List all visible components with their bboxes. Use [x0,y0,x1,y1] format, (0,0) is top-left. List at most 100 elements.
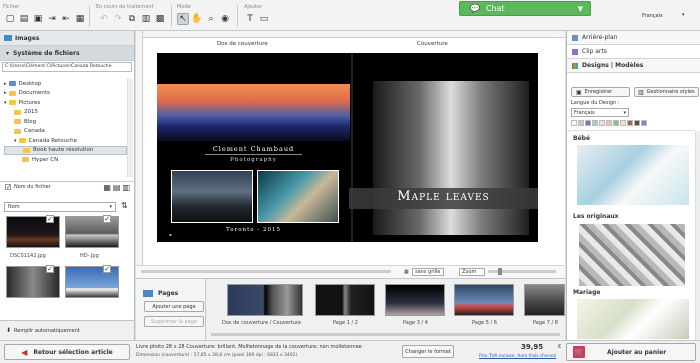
new-icon[interactable]: ▢ [4,13,16,25]
open-icon[interactable]: ▤ [18,13,30,25]
color-swatch[interactable] [641,120,647,126]
zoom-select[interactable]: Zoom [459,268,485,276]
thumb-checkbox-4[interactable]: ✓ [103,265,111,273]
style-manager-button[interactable]: ▥ Gestionnaire styles [634,87,699,97]
desktop-icon [8,81,16,87]
designs-section[interactable]: Designs | Modèles [567,59,700,73]
sort-select[interactable]: Nom ▾ [4,202,116,212]
grid-select[interactable]: sans grille [412,268,444,276]
thumb-page-7-8[interactable] [524,284,565,316]
tree-scrollbar[interactable] [127,79,133,177]
back-subtitle[interactable]: Photography [157,157,350,163]
pages-scrollbar[interactable] [211,333,560,336]
pages-sidebar: Pages Ajouter une page Supprimer la page [136,279,206,341]
thumb-checkbox-2[interactable]: ✓ [103,215,111,223]
color-swatch[interactable] [585,120,591,126]
tree-item-documents[interactable]: ▸ Documents [4,89,127,99]
folder-icon [8,90,16,96]
add-to-cart-button[interactable]: 🛒 Ajouter au panier [566,343,696,361]
sort-order-icon[interactable]: ⇅ [121,201,128,210]
settings-icon[interactable]: ▩ [154,13,166,25]
add-text-icon[interactable]: T [244,13,256,25]
h-scroll-track[interactable] [141,270,391,273]
design-originaux-preview[interactable] [579,224,685,286]
hand-tool-icon[interactable]: ✋ [191,13,203,25]
front-title[interactable]: Maple leaves [349,189,538,204]
language-select[interactable]: Français [642,13,663,19]
product-dimensions: Dimension (couverture) : 57,85 x 28,8 cm… [136,353,298,358]
remove-page-button[interactable]: Supprimer la page [144,316,204,327]
filename-checkbox[interactable]: ✓ [5,184,11,191]
return-selection-button[interactable]: ◀ Retour sélection article [4,344,130,360]
select-tool-icon[interactable]: ↖ [177,13,189,25]
chat-bubble-icon: 💬 [470,4,480,13]
thumb-page-3-4[interactable] [385,284,445,316]
undo-icon[interactable]: ↶ [98,13,110,25]
tree-item-desktop[interactable]: ▸ Desktop [4,79,127,89]
group-mode: Mode [177,4,191,10]
thumb-cover[interactable] [227,284,303,316]
back-skyline-photo[interactable] [157,84,350,141]
save-design-button[interactable]: ▣ Enregistrer [571,87,630,97]
auto-fill-button[interactable]: ⬇ Remplir automatiquement [0,320,134,340]
copy-icon[interactable]: ⧉ [126,13,138,25]
tax-note-link[interactable]: Prix TVA incluse, hors frais d'envoi [479,354,556,359]
back-photo-left[interactable] [171,170,253,223]
add-page-button[interactable]: Ajouter une page [144,301,204,312]
list-view-icon[interactable]: ▥ [122,183,130,192]
tree-item-canada-retouche[interactable]: ▾ Canada Retouche [4,136,127,146]
color-swatch[interactable] [606,120,612,126]
design-language-select[interactable]: Français ▾ [571,108,629,117]
designs-scrollbar[interactable] [695,131,700,340]
chevron-down-icon: ▾ [109,204,112,210]
tree-item-book[interactable]: Book haute résolution [4,145,127,155]
category-mariage[interactable]: Mariage [573,289,600,296]
back-place[interactable]: Toronto - 2015 [157,227,350,233]
tree-item-hyper[interactable]: Hyper CN [4,155,127,165]
tree-item-blog[interactable]: Blog [4,117,127,127]
color-swatch[interactable] [578,120,584,126]
color-swatch[interactable] [599,120,605,126]
color-swatch[interactable] [571,120,577,126]
thumb-page-1-2[interactable] [315,284,375,316]
color-swatch[interactable] [634,120,640,126]
thumb-page-5-6[interactable] [454,284,514,316]
chevron-down-icon: ▾ [682,12,685,18]
layers-icon[interactable]: ▥ [140,13,152,25]
save-icon[interactable]: ▣ [32,13,44,25]
thumb-checkbox-3[interactable]: ✓ [46,265,54,273]
search-icon[interactable]: ⌕ [205,13,217,25]
preview-icon[interactable]: ◉ [219,13,231,25]
color-swatch[interactable] [620,120,626,126]
design-bebe-preview[interactable] [577,145,689,205]
path-field[interactable]: C:\Users\Clément C\Pictures\Canada Retou… [2,62,132,72]
redo-icon[interactable]: ↷ [112,13,124,25]
large-grid-icon[interactable]: ▦ [103,183,111,192]
small-grid-icon[interactable]: ▤ [113,183,121,192]
caption-page-5-6: Page 5 / 6 [472,320,497,326]
tree-item-canada[interactable]: Canada [4,127,127,137]
tree-item-pictures[interactable]: ▾ Pictures [4,98,127,108]
front-cover-photo[interactable] [373,81,529,235]
thumb-checkbox-1[interactable]: ✓ [46,215,54,223]
chat-button[interactable]: 💬 Chat ▼ [459,1,591,16]
category-bebe[interactable]: Bébé [573,135,590,142]
color-swatch[interactable] [613,120,619,126]
back-title[interactable]: Clement Chambaud [157,145,350,153]
change-format-button[interactable]: Changer le format [402,345,454,358]
import-icon[interactable]: ⇥ [46,13,58,25]
export-icon[interactable]: ⇤ [60,13,72,25]
add-image-icon[interactable]: ▭ [258,13,270,25]
color-swatch[interactable] [592,120,598,126]
background-section[interactable]: Arrière-plan [567,31,700,45]
design-mariage-preview[interactable] [577,299,689,339]
clipart-section[interactable]: Clip arts [567,45,700,59]
zoom-slider-thumb[interactable] [498,268,502,275]
filesystem-header[interactable]: ▾ Système de fichiers [0,46,134,61]
color-swatch[interactable] [627,120,633,126]
category-originaux[interactable]: Les originaux [573,213,619,220]
back-photo-right[interactable] [257,170,339,223]
images-header[interactable]: Images [0,31,134,46]
print-icon[interactable]: ▦ [74,13,86,25]
tree-item-2015[interactable]: 2015 [4,108,127,118]
